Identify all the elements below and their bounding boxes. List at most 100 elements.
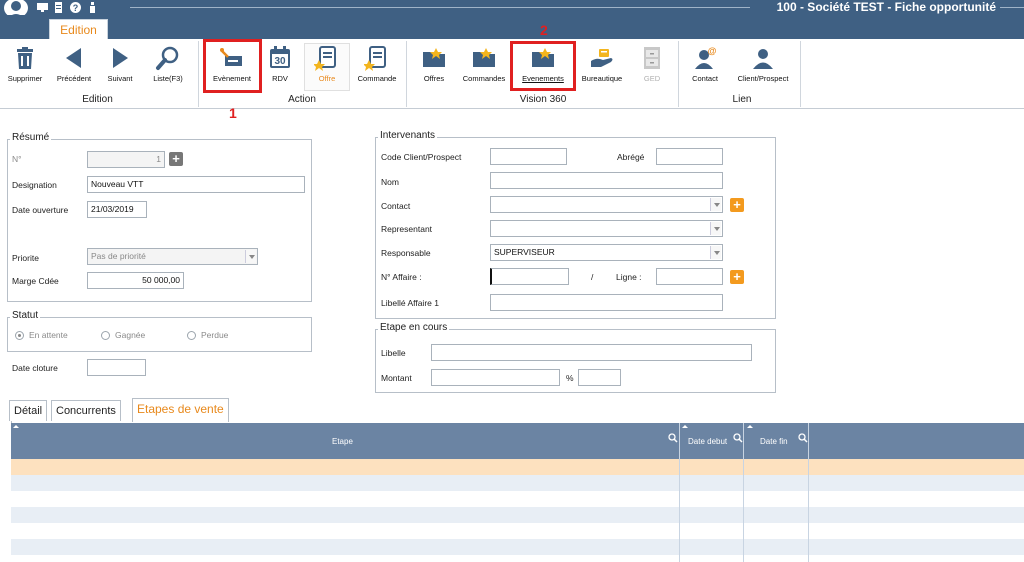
grid-column-divider[interactable]	[743, 423, 744, 562]
add-contact-button[interactable]: +	[730, 198, 744, 212]
tab-edition[interactable]: Edition	[49, 19, 108, 40]
percent-field[interactable]	[578, 369, 621, 386]
add-number-button[interactable]: +	[169, 152, 183, 166]
order-document-icon	[364, 46, 386, 71]
representant-select[interactable]	[490, 220, 723, 237]
marge-field[interactable]: 50 000,00	[87, 272, 184, 289]
title-bar-rule	[130, 7, 750, 8]
table-row[interactable]	[11, 523, 1024, 539]
radio-gagnee-label: Gagnée	[115, 330, 146, 340]
affaire-separator: /	[591, 272, 594, 282]
ligne-label: Ligne :	[616, 272, 642, 282]
nom-field[interactable]	[490, 172, 723, 189]
chevron-down-icon[interactable]	[710, 246, 721, 259]
group-label-lien: Lien	[732, 94, 752, 105]
table-row-selected[interactable]	[11, 459, 1024, 475]
radio-gagnee[interactable]	[101, 331, 110, 340]
sort-icon[interactable]	[747, 425, 753, 431]
offres-button[interactable]: Offres	[414, 45, 454, 83]
responsable-select[interactable]: SUPERVISEUR	[490, 244, 723, 261]
group-separator	[406, 41, 407, 107]
client-prospect-button[interactable]: Client/Prospect	[732, 45, 794, 83]
table-row[interactable]	[11, 555, 1024, 562]
montant-field[interactable]	[431, 369, 560, 386]
code-client-field[interactable]	[490, 148, 567, 165]
sort-icon[interactable]	[13, 425, 19, 431]
table-row[interactable]	[11, 491, 1024, 507]
date-cloture-field[interactable]	[87, 359, 146, 376]
commande-button[interactable]: Commande	[354, 45, 400, 83]
rdv-label: RDV	[272, 74, 288, 83]
table-row[interactable]	[11, 507, 1024, 523]
no-label: N°	[12, 154, 22, 164]
contact-select[interactable]	[490, 196, 723, 213]
table-row[interactable]	[11, 539, 1024, 555]
code-client-label: Code Client/Prospect	[381, 152, 462, 162]
window-title: 100 - Société TEST - Fiche opportunité	[776, 0, 996, 14]
sort-icon[interactable]	[682, 425, 688, 431]
commandes-button[interactable]: Commandes	[458, 45, 510, 83]
grid-column-divider[interactable]	[679, 423, 680, 562]
magnifier-icon	[156, 46, 179, 70]
client-prospect-label: Client/Prospect	[737, 74, 789, 83]
designation-field[interactable]: Nouveau VTT	[87, 176, 305, 193]
group-label-edition: Edition	[82, 94, 113, 105]
user-info-icon[interactable]	[86, 1, 99, 14]
radio-perdue-label: Perdue	[201, 330, 229, 340]
liste-button[interactable]: Liste(F3)	[146, 45, 190, 83]
tab-etapes-de-vente[interactable]: Etapes de vente	[132, 398, 229, 422]
supprimer-button[interactable]: Supprimer	[4, 45, 46, 83]
search-icon[interactable]	[798, 433, 808, 443]
col-header-date-fin[interactable]: Date fin	[760, 437, 788, 446]
grid-header	[11, 423, 1024, 459]
monitor-icon[interactable]	[36, 1, 49, 14]
affaire-field[interactable]	[490, 268, 569, 285]
suivant-button[interactable]: Suivant	[100, 45, 140, 83]
col-header-date-debut[interactable]: Date debut	[688, 437, 727, 446]
etape-libelle-field[interactable]	[431, 344, 752, 361]
contact-label: Contact	[692, 74, 718, 83]
no-field[interactable]: 1	[87, 151, 165, 168]
precedent-label: Précédent	[56, 74, 92, 83]
libelle-affaire-field[interactable]	[490, 294, 723, 311]
help-icon[interactable]: ?	[69, 1, 82, 14]
chevron-down-icon[interactable]	[710, 198, 721, 211]
group-separator	[198, 41, 199, 107]
bureautique-button[interactable]: Bureautique	[576, 45, 628, 83]
search-icon[interactable]	[733, 433, 743, 443]
tab-detail[interactable]: Détail	[9, 400, 48, 421]
affaire-label: N° Affaire :	[381, 272, 422, 282]
resume-legend: Résumé	[10, 132, 52, 143]
intervenants-legend: Intervenants	[378, 130, 438, 141]
annotation-box-2	[510, 41, 576, 91]
offres-label: Offres	[423, 74, 445, 83]
chevron-down-icon[interactable]	[245, 250, 256, 263]
date-ouverture-field[interactable]: 21/03/2019	[87, 201, 147, 218]
rdv-button[interactable]: 30 RDV	[264, 45, 296, 83]
contact-label: Contact	[381, 201, 411, 211]
offre-button[interactable]: Offre	[304, 45, 350, 83]
radio-en-attente[interactable]	[15, 331, 24, 340]
search-icon[interactable]	[668, 433, 678, 443]
ged-button[interactable]: GED	[634, 45, 670, 83]
responsable-value: SUPERVISEUR	[494, 247, 555, 257]
col-header-etape[interactable]: Etape	[332, 437, 353, 446]
office-hand-icon	[591, 49, 613, 67]
chevron-down-icon[interactable]	[710, 222, 721, 235]
abrege-label: Abrégé	[617, 152, 645, 162]
arrow-left-icon	[66, 48, 81, 68]
radio-perdue[interactable]	[187, 331, 196, 340]
document-icon[interactable]	[52, 1, 65, 14]
priorite-select[interactable]: Pas de priorité	[87, 248, 258, 265]
montant-label: Montant	[381, 373, 412, 383]
percent-label: %	[566, 373, 574, 383]
contact-button[interactable]: @ Contact	[686, 45, 724, 83]
precedent-button[interactable]: Précédent	[52, 45, 96, 83]
ligne-field[interactable]	[656, 268, 723, 285]
tab-concurrents[interactable]: Concurrents	[51, 400, 121, 421]
abrege-field[interactable]	[656, 148, 723, 165]
add-affaire-button[interactable]: +	[730, 270, 744, 284]
grid-column-divider[interactable]	[808, 423, 809, 562]
marge-label: Marge Cdée	[12, 276, 59, 286]
table-row[interactable]	[11, 475, 1024, 491]
